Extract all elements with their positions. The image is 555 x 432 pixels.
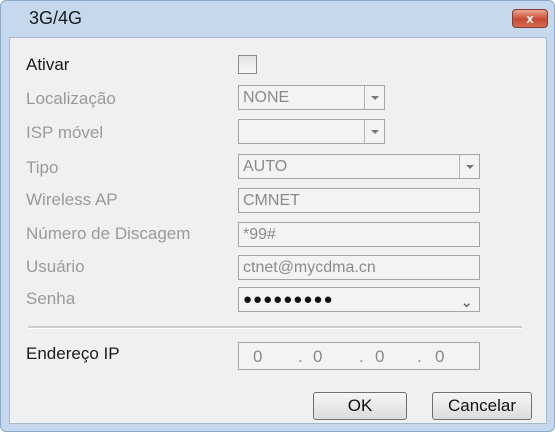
- chevron-down-icon: [459, 155, 479, 178]
- divider: [28, 326, 522, 329]
- ip-octet-4[interactable]: 0: [435, 347, 444, 367]
- chevron-down-icon: [364, 86, 384, 109]
- dialog-window: 3G/4G x Ativar Localização NONE ISP móve…: [0, 0, 555, 432]
- ip-separator: .: [417, 347, 422, 366]
- enable-checkbox[interactable]: [238, 55, 257, 74]
- close-icon: x: [526, 11, 534, 26]
- ip-separator: .: [359, 347, 364, 366]
- location-select[interactable]: NONE: [238, 85, 385, 110]
- ap-input[interactable]: CMNET: [238, 188, 480, 213]
- ok-button[interactable]: OK: [313, 392, 407, 420]
- ip-octet-3[interactable]: 0: [375, 347, 384, 367]
- chevron-down-icon: ⌄: [460, 294, 473, 311]
- type-value: AUTO: [243, 158, 288, 175]
- user-input[interactable]: ctnet@mycdma.cn: [238, 255, 480, 280]
- dial-number-input[interactable]: *99#: [238, 222, 480, 247]
- isp-label: ISP móvel: [26, 123, 104, 142]
- enable-label: Ativar: [26, 55, 70, 74]
- password-mask: ●●●●●●●●●: [243, 291, 334, 308]
- dial-number-label: Número de Discagem: [26, 224, 191, 243]
- location-label: Localização: [26, 89, 116, 108]
- ap-label: Wireless AP: [26, 190, 118, 209]
- type-select[interactable]: AUTO: [238, 154, 480, 179]
- cancel-button[interactable]: Cancelar: [432, 392, 532, 420]
- close-button[interactable]: x: [512, 9, 548, 28]
- ip-label: Endereço IP: [26, 344, 120, 363]
- ip-octet-1[interactable]: 0: [253, 347, 262, 367]
- location-value: NONE: [243, 89, 290, 106]
- type-label: Tipo: [26, 158, 59, 177]
- password-label: Senha: [26, 289, 76, 308]
- chevron-down-icon: [364, 120, 384, 143]
- title-bar: 3G/4G x: [1, 1, 554, 37]
- ip-separator: .: [298, 347, 303, 366]
- window-title: 3G/4G: [29, 8, 83, 28]
- password-input[interactable]: ●●●●●●●●● ⌄: [238, 287, 480, 312]
- isp-select[interactable]: [238, 119, 385, 144]
- user-label: Usuário: [26, 257, 85, 276]
- dialog-body: Ativar Localização NONE ISP móvel Tipo A…: [9, 37, 547, 424]
- ip-octet-2[interactable]: 0: [313, 347, 322, 367]
- ip-address-input[interactable]: 0 . 0 . 0 . 0: [238, 342, 480, 370]
